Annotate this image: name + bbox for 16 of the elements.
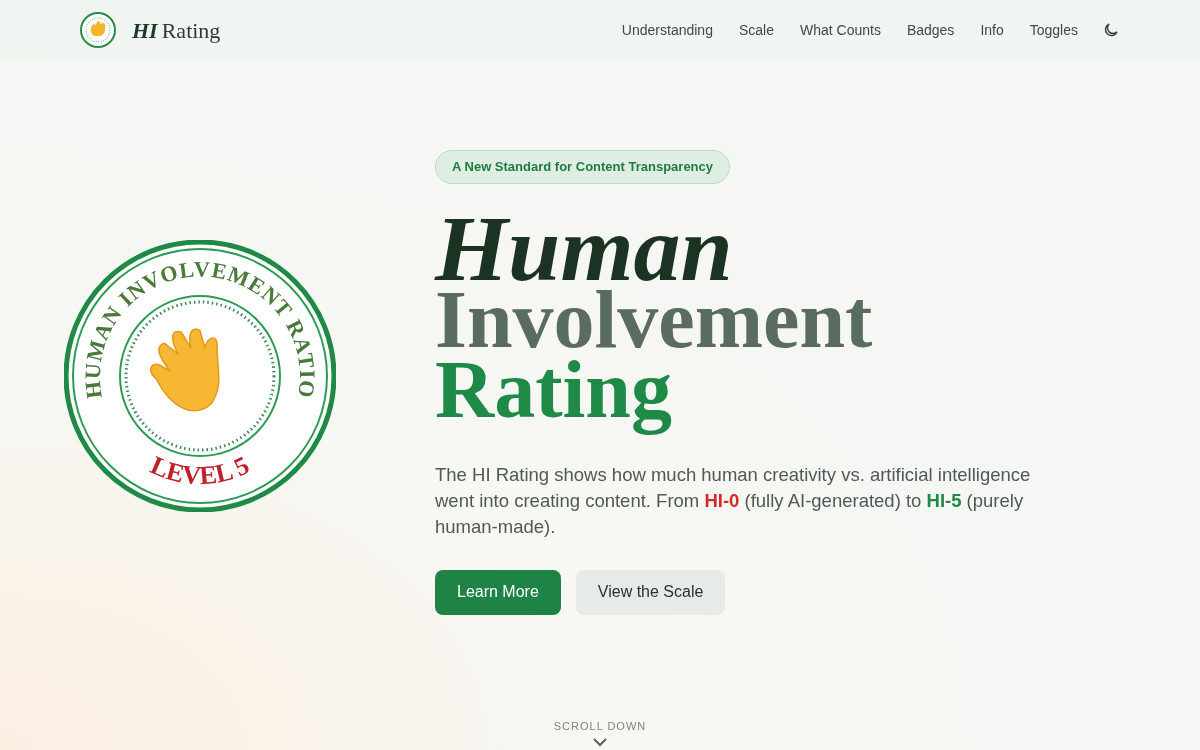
scroll-hint[interactable]: SCROLL DOWN	[553, 718, 647, 735]
nav-link[interactable]: What Counts	[799, 19, 881, 41]
logo-text[interactable]: Rating	[161, 13, 221, 47]
moon-icon[interactable]	[1102, 21, 1120, 39]
nav-link[interactable]: Understanding	[621, 19, 713, 41]
learn-more-button[interactable]: Learn More	[435, 569, 561, 615]
view-scale-button[interactable]: View the Scale	[575, 569, 726, 615]
nav-link[interactable]: Toggles	[1029, 19, 1078, 41]
nav-link[interactable]: Badges	[906, 19, 955, 41]
logo-text[interactable]: HI	[132, 13, 158, 47]
description: The HI Rating shows how much human creativity vs. artificial intelligence went into creating content. From HI-0 (fully AI-generated) to HI-5 (purely human-made).	[435, 462, 1032, 539]
chevron-down-icon[interactable]	[592, 736, 608, 747]
tagline-badge: A New Standard for Content Transparency	[435, 150, 730, 184]
logo-icon[interactable]	[80, 12, 116, 48]
nav-link[interactable]: Scale	[738, 19, 774, 41]
nav-link[interactable]: Info	[980, 19, 1004, 41]
